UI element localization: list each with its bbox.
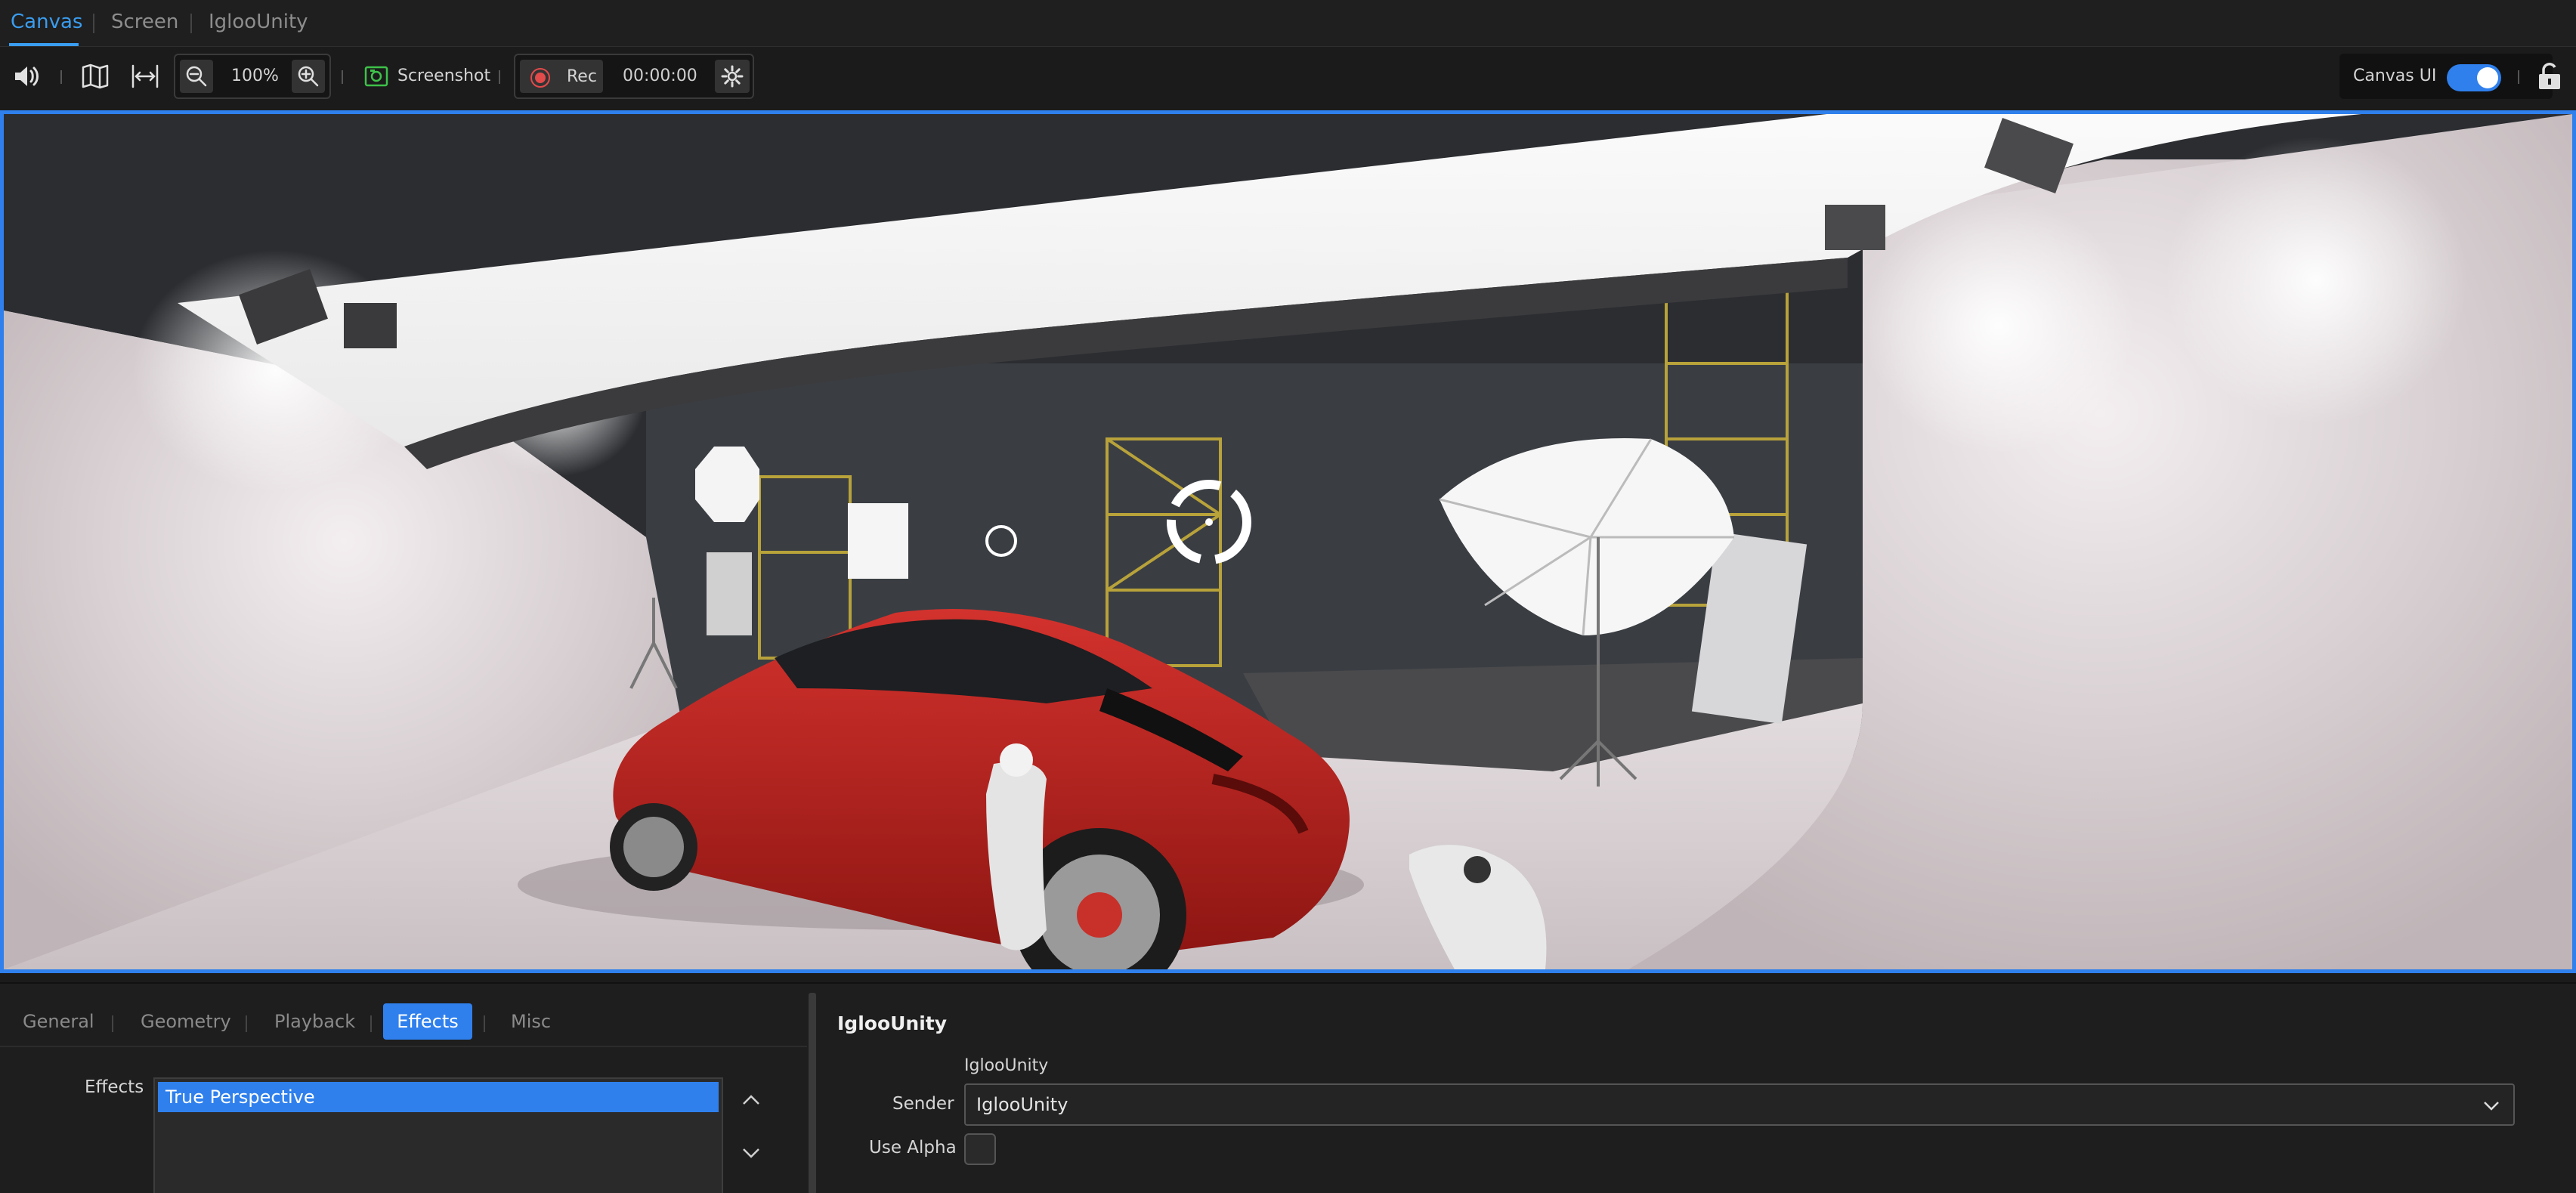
tab-misc[interactable]: Misc: [511, 1011, 551, 1032]
tab-effects[interactable]: Effects: [383, 1003, 472, 1040]
screenshot-button[interactable]: Screenshot: [361, 59, 497, 94]
tab-separator: [246, 1015, 247, 1032]
canvas-ui-label: Canvas UI: [2353, 66, 2437, 85]
tab-separator: [190, 14, 192, 33]
use-alpha-checkbox[interactable]: [964, 1133, 996, 1165]
tab-separator: [112, 1015, 113, 1032]
fit-width-icon[interactable]: [128, 59, 162, 94]
screenshot-label: Screenshot: [397, 66, 491, 85]
record-timer: 00:00:00: [623, 66, 697, 85]
toolbar-separator: [60, 70, 62, 84]
effects-list[interactable]: True Perspective: [153, 1077, 723, 1193]
panel-divider: [0, 1046, 807, 1047]
zoom-level: 100%: [231, 66, 279, 85]
sender-label: Sender: [892, 1094, 954, 1114]
tab-playback[interactable]: Playback: [274, 1011, 355, 1032]
zoom-out-icon: [186, 66, 207, 87]
chevron-down-icon: [2484, 1102, 2499, 1111]
zoom-in-icon: [298, 66, 319, 87]
tab-separator: [484, 1015, 485, 1032]
sender-selected-value: IglooUnity: [976, 1094, 1068, 1115]
sender-caption: IglooUnity: [964, 1056, 1049, 1075]
tab-separator: [93, 14, 94, 33]
zoom-out-button[interactable]: [180, 60, 213, 93]
lock-button[interactable]: [2531, 59, 2568, 94]
canvas-viewport[interactable]: [0, 110, 2576, 973]
tab-geometry[interactable]: Geometry: [141, 1011, 231, 1032]
active-tab-indicator: [9, 43, 79, 46]
panel-title: IglooUnity: [837, 1012, 948, 1034]
chevron-down-icon: [743, 1148, 759, 1158]
scene-render: [4, 114, 2572, 969]
panel-splitter[interactable]: [809, 993, 816, 1193]
lock-icon: [2539, 63, 2560, 89]
speaker-icon[interactable]: [11, 59, 45, 94]
use-alpha-label: Use Alpha: [869, 1138, 957, 1157]
zoom-in-button[interactable]: [292, 60, 325, 93]
toolbar-separator: [2518, 70, 2519, 84]
tab-general[interactable]: General: [23, 1011, 94, 1032]
tab-canvas[interactable]: Canvas: [11, 11, 82, 33]
record-button[interactable]: Rec: [520, 60, 603, 93]
chevron-up-icon: [743, 1095, 759, 1105]
toolbar-separator: [342, 70, 343, 84]
toolbar-separator: [499, 70, 500, 84]
toolbar: 100% Screenshot Rec 00:00:00 Canvas UI: [0, 48, 2576, 104]
properties-panel: General Geometry Playback Effects Misc E…: [0, 982, 2576, 1193]
gear-icon: [721, 65, 744, 88]
tab-igloounity[interactable]: IglooUnity: [209, 11, 308, 33]
zoom-controls: 100%: [174, 54, 331, 99]
canvas-ui-toggle[interactable]: [2447, 64, 2501, 91]
property-tabs: General Geometry Playback Effects Misc: [0, 1003, 807, 1046]
list-item[interactable]: True Perspective: [158, 1082, 719, 1112]
record-icon: [530, 68, 550, 88]
record-label: Rec: [567, 67, 597, 86]
sender-select[interactable]: IglooUnity: [964, 1083, 2515, 1126]
tab-screen[interactable]: Screen: [111, 11, 178, 33]
map-icon[interactable]: [78, 59, 113, 94]
record-settings-button[interactable]: [715, 60, 750, 93]
move-down-button[interactable]: [736, 1138, 766, 1168]
effects-label: Effects: [85, 1077, 144, 1097]
record-controls: Rec 00:00:00: [514, 54, 754, 99]
canvas-ui-toggle-group: Canvas UI: [2339, 54, 2553, 99]
tab-separator: [370, 1015, 372, 1032]
move-up-button[interactable]: [736, 1085, 766, 1115]
top-tab-bar: Canvas Screen IglooUnity: [0, 0, 2576, 47]
camera-icon: [364, 66, 388, 87]
